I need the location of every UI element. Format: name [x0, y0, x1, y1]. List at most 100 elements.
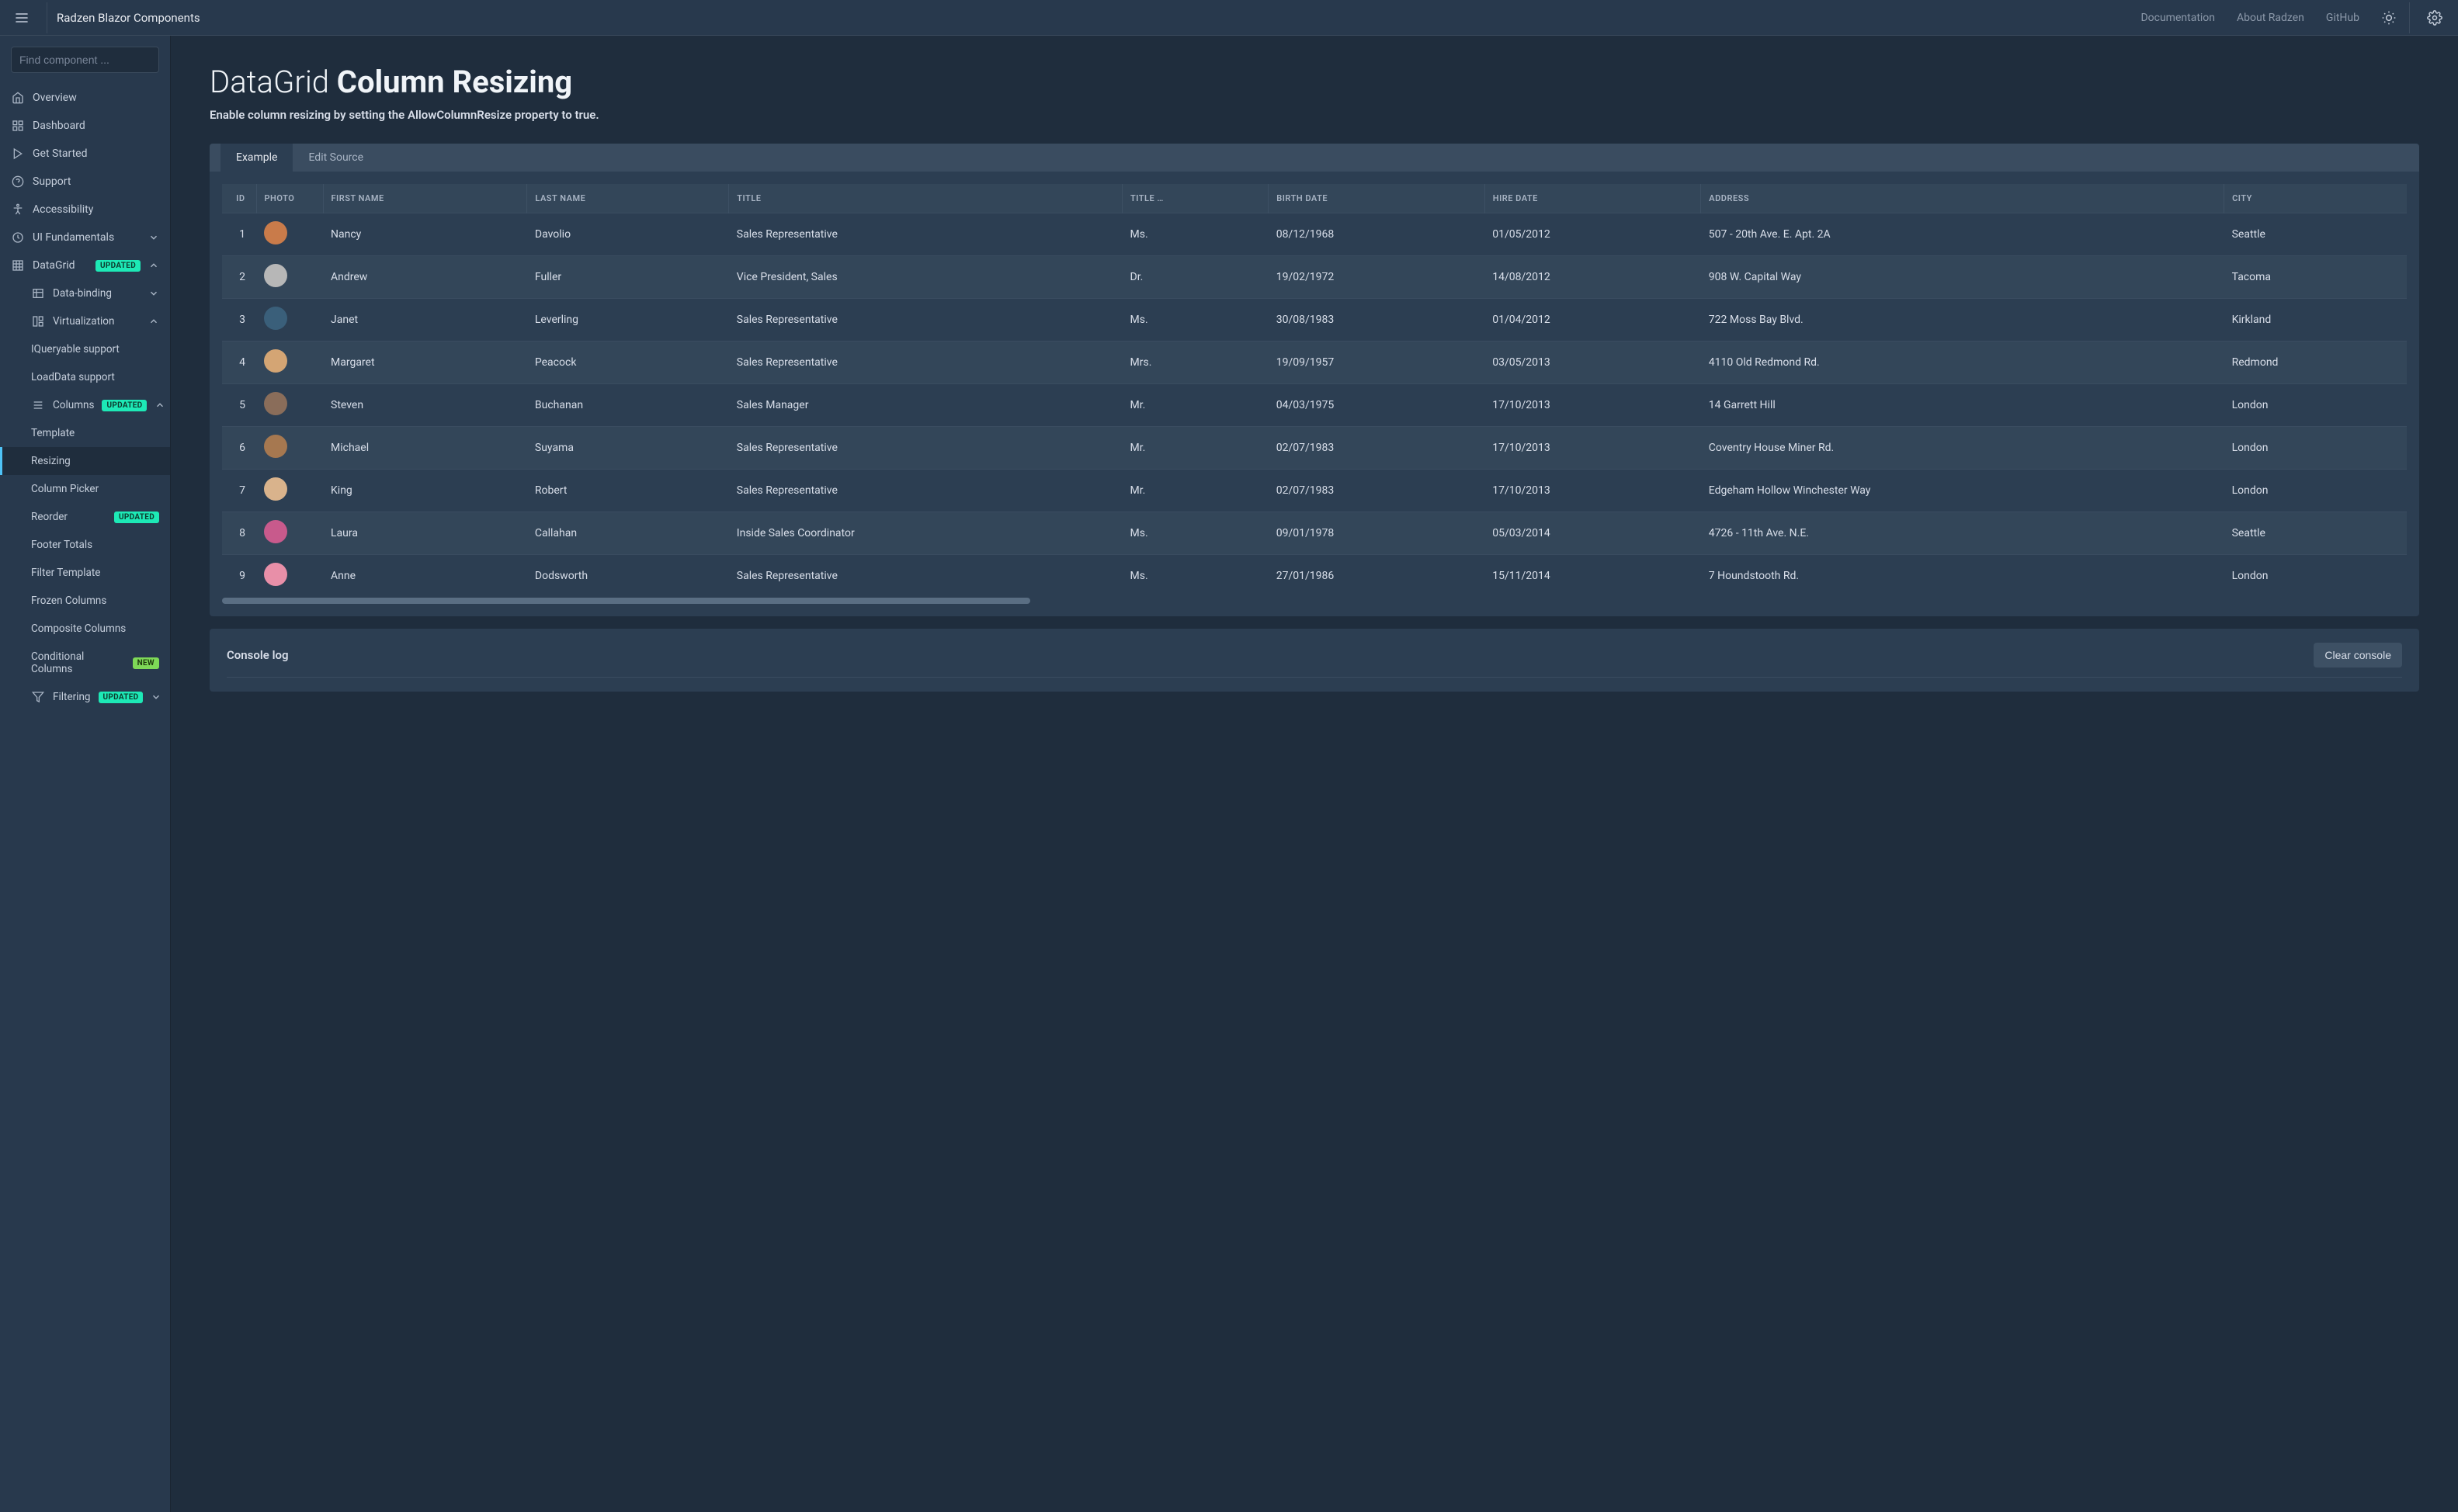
cell-birth-date: 30/08/1983 — [1269, 299, 1485, 342]
sidebar-item-loaddata-support[interactable]: LoadData support — [0, 363, 170, 391]
cell-last-name: Fuller — [527, 256, 729, 299]
cell-address: Coventry House Miner Rd. — [1701, 427, 2224, 470]
table-row[interactable]: 7KingRobertSales RepresentativeMr.02/07/… — [222, 470, 2407, 512]
layers-icon — [11, 231, 25, 244]
cell-birth-date: 02/07/1983 — [1269, 427, 1485, 470]
table-row[interactable]: 9AnneDodsworthSales RepresentativeMs.27/… — [222, 555, 2407, 598]
page-title-thin: DataGrid — [210, 64, 337, 100]
sidebar-item-label: Reorder — [31, 511, 106, 523]
badge-updated: UPDATED — [99, 692, 144, 703]
sidebar-item-iqueryable-support[interactable]: IQueryable support — [0, 335, 170, 363]
table-row[interactable]: 6MichaelSuyamaSales RepresentativeMr.02/… — [222, 427, 2407, 470]
cell-birth-date: 19/09/1957 — [1269, 342, 1485, 384]
column-header[interactable]: LAST NAME — [527, 184, 729, 213]
sidebar-item-overview[interactable]: Overview — [0, 84, 170, 112]
hamburger-icon — [15, 11, 29, 25]
sidebar-item-composite-columns[interactable]: Composite Columns — [0, 615, 170, 643]
cell-photo — [256, 427, 323, 470]
cell-birth-date: 19/02/1972 — [1269, 256, 1485, 299]
column-header[interactable]: ID — [222, 184, 256, 213]
cell-address: 7 Houndstooth Rd. — [1701, 555, 2224, 598]
cell-photo — [256, 299, 323, 342]
sidebar-item-support[interactable]: Support — [0, 168, 170, 196]
cell-city: London — [2224, 470, 2407, 512]
table-row[interactable]: 5StevenBuchananSales ManagerMr.04/03/197… — [222, 384, 2407, 427]
column-header[interactable]: PHOTO — [256, 184, 323, 213]
search-input[interactable] — [11, 47, 159, 73]
cell-id: 2 — [222, 256, 256, 299]
sidebar-item-column-picker[interactable]: Column Picker — [0, 475, 170, 503]
column-header[interactable]: ADDRESS — [1701, 184, 2224, 213]
horizontal-scrollbar[interactable] — [222, 598, 2407, 604]
avatar — [264, 392, 287, 415]
badge-updated: UPDATED — [102, 400, 147, 411]
table-row[interactable]: 1NancyDavolioSales RepresentativeMs.08/1… — [222, 213, 2407, 256]
avatar — [264, 307, 287, 330]
nav-link-documentation[interactable]: Documentation — [2140, 12, 2215, 24]
sidebar-item-data-binding[interactable]: Data-binding — [0, 279, 170, 307]
cell-id: 5 — [222, 384, 256, 427]
sidebar-item-ui-fundamentals[interactable]: UI Fundamentals — [0, 224, 170, 251]
avatar — [264, 349, 287, 373]
clear-console-button[interactable]: Clear console — [2314, 643, 2402, 668]
cell-title-of-courtesy: Ms. — [1123, 299, 1269, 342]
column-header[interactable]: FIRST NAME — [323, 184, 527, 213]
sidebar-item-columns[interactable]: ColumnsUPDATED — [0, 391, 170, 419]
scrollbar-thumb[interactable] — [222, 598, 1030, 604]
topbar: Radzen Blazor Components Documentation A… — [0, 0, 2458, 36]
virtualization-icon — [31, 315, 45, 328]
sidebar-item-resizing[interactable]: Resizing — [0, 447, 170, 475]
sidebar-item-footer-totals[interactable]: Footer Totals — [0, 531, 170, 559]
tab-example[interactable]: Example — [220, 144, 293, 172]
cell-hire-date: 03/05/2013 — [1484, 342, 1701, 384]
table-row[interactable]: 8LauraCallahanInside Sales CoordinatorMs… — [222, 512, 2407, 555]
sidebar-item-datagrid[interactable]: DataGridUPDATED — [0, 251, 170, 279]
cell-city: Seattle — [2224, 512, 2407, 555]
table-row[interactable]: 2AndrewFullerVice President, SalesDr.19/… — [222, 256, 2407, 299]
chevron-up-icon — [148, 316, 159, 327]
cell-last-name: Buchanan — [527, 384, 729, 427]
nav-link-github[interactable]: GitHub — [2326, 12, 2359, 24]
sidebar-item-conditional-columns[interactable]: Conditional ColumnsNEW — [0, 643, 170, 683]
sidebar-item-label: Resizing — [31, 455, 159, 467]
tab-edit-source[interactable]: Edit Source — [293, 144, 379, 172]
sidebar-item-label: Footer Totals — [31, 539, 159, 551]
sidebar-item-virtualization[interactable]: Virtualization — [0, 307, 170, 335]
cell-title-of-courtesy: Ms. — [1123, 555, 1269, 598]
sidebar-item-reorder[interactable]: ReorderUPDATED — [0, 503, 170, 531]
sidebar-item-dashboard[interactable]: Dashboard — [0, 112, 170, 140]
page-subtitle: Enable column resizing by setting the Al… — [210, 108, 2419, 122]
menu-toggle-button[interactable] — [9, 5, 34, 30]
column-header[interactable]: BIRTH DATE — [1269, 184, 1485, 213]
sidebar: OverviewDashboardGet StartedSupport Acces… — [0, 36, 171, 1512]
cell-id: 4 — [222, 342, 256, 384]
sidebar-scroll[interactable]: OverviewDashboardGet StartedSupport Acces… — [0, 84, 170, 1512]
dashboard-icon — [11, 120, 25, 132]
grid-icon — [11, 259, 25, 272]
nav-link-about[interactable]: About Radzen — [2237, 12, 2304, 24]
cell-first-name: King — [323, 470, 527, 512]
home-icon — [11, 92, 25, 104]
column-header[interactable]: TITLE … — [1123, 184, 1269, 213]
column-header[interactable]: HIRE DATE — [1484, 184, 1701, 213]
cell-first-name: Janet — [323, 299, 527, 342]
sidebar-item-label: Accessibility — [33, 203, 159, 216]
cell-hire-date: 01/04/2012 — [1484, 299, 1701, 342]
sidebar-item-accessibility[interactable]: Accessibility — [0, 196, 170, 224]
sidebar-item-get-started[interactable]: Get Started — [0, 140, 170, 168]
sidebar-item-filtering[interactable]: FilteringUPDATED — [0, 683, 170, 711]
settings-button[interactable] — [2421, 4, 2449, 32]
sidebar-item-frozen-columns[interactable]: Frozen Columns — [0, 587, 170, 615]
table-row[interactable]: 4MargaretPeacockSales RepresentativeMrs.… — [222, 342, 2407, 384]
cell-first-name: Nancy — [323, 213, 527, 256]
avatar — [264, 563, 287, 586]
sidebar-item-template[interactable]: Template — [0, 419, 170, 447]
sidebar-item-filter-template[interactable]: Filter Template — [0, 559, 170, 587]
column-header[interactable]: CITY — [2224, 184, 2407, 213]
cell-title-of-courtesy: Ms. — [1123, 512, 1269, 555]
table-row[interactable]: 3JanetLeverlingSales RepresentativeMs.30… — [222, 299, 2407, 342]
theme-toggle-button[interactable] — [2375, 4, 2403, 32]
cell-hire-date: 01/05/2012 — [1484, 213, 1701, 256]
column-header[interactable]: TITLE — [729, 184, 1123, 213]
cell-first-name: Andrew — [323, 256, 527, 299]
